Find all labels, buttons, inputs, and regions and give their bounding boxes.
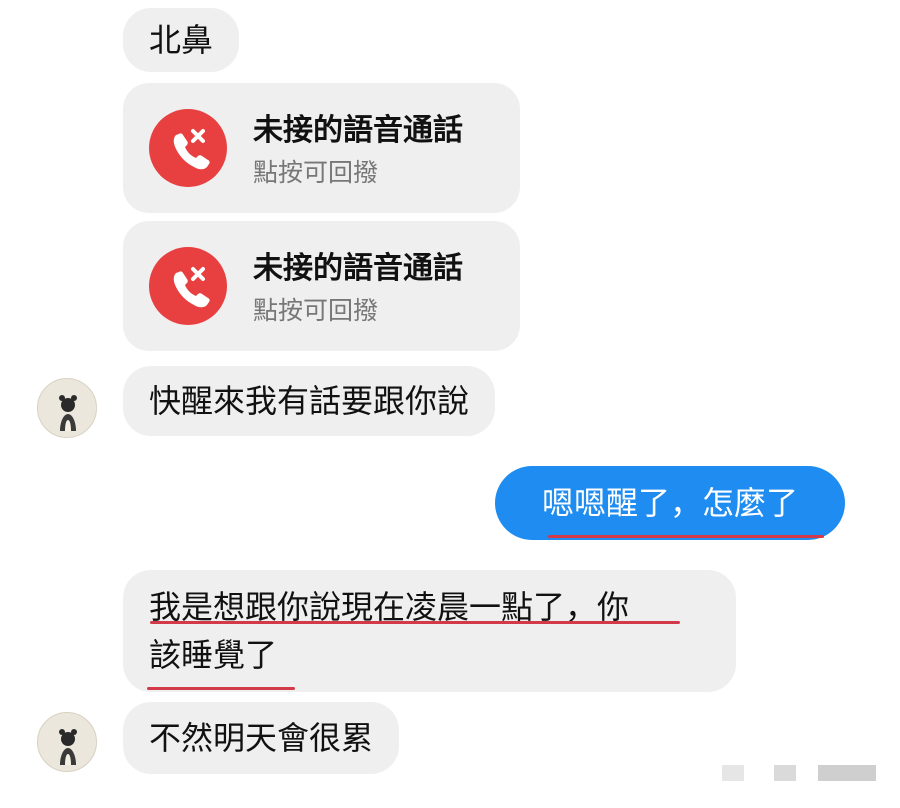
missed-call-subtitle: 點按可回撥 — [253, 296, 379, 325]
message-sent-reply-text: 嗯嗯醒了，怎麼了 — [541, 484, 798, 522]
message-babe[interactable]: 北鼻 — [123, 8, 240, 72]
missed-call-title: 未接的語音通話 — [253, 113, 463, 148]
highlight-underline — [150, 621, 680, 624]
message-explain-line-2: 該睡覺了 — [149, 636, 278, 674]
watermark-block — [722, 765, 744, 781]
missed-call-card-2[interactable]: 未接的語音通話 點按可回撥 — [123, 221, 520, 351]
avatar-icon — [59, 395, 77, 431]
message-explain[interactable]: 我是想跟你說現在凌晨一點了，你 該睡覺了 — [123, 570, 736, 692]
chat-thread: 北鼻 未接的語音通話 點按可回撥 未接的語音通話 點按可回撥 快醒來我有話要跟你… — [0, 0, 900, 808]
avatar-icon — [59, 729, 77, 765]
highlight-underline — [147, 687, 295, 690]
avatar[interactable] — [37, 378, 97, 438]
message-wake-up-text: 快醒來我有話要跟你說 — [149, 382, 470, 420]
missed-call-icon — [149, 247, 227, 325]
avatar[interactable] — [37, 712, 97, 772]
watermark-block — [774, 765, 796, 781]
missed-call-icon — [149, 109, 227, 187]
message-tired-text: 不然明天會很累 — [149, 719, 374, 757]
missed-call-card-1[interactable]: 未接的語音通話 點按可回撥 — [123, 83, 520, 213]
missed-call-subtitle: 點按可回撥 — [253, 158, 379, 187]
message-sent-reply[interactable]: 嗯嗯醒了，怎麼了 — [495, 466, 845, 540]
missed-call-title: 未接的語音通話 — [253, 251, 463, 286]
message-tired[interactable]: 不然明天會很累 — [123, 702, 400, 774]
highlight-underline — [548, 535, 824, 538]
message-wake-up[interactable]: 快醒來我有話要跟你說 — [123, 366, 496, 436]
watermark-block — [818, 765, 876, 781]
message-babe-text: 北鼻 — [149, 21, 214, 59]
